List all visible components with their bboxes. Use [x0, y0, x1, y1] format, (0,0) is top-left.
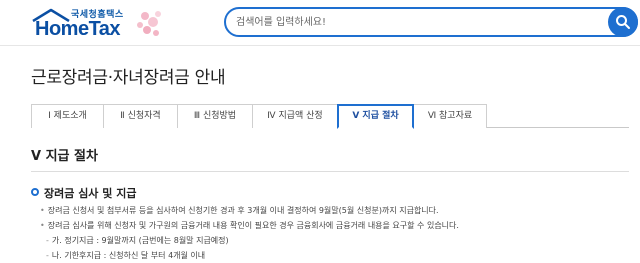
- description-line: • 장려금 신청서 및 첨부서류 등을 심사하여 신청기한 경과 후 3개월 이내…: [40, 205, 439, 216]
- search-bar[interactable]: [224, 7, 638, 37]
- description-line: - 가. 정기지급 : 9월말까지 (금번에는 8월말 지급예정): [46, 235, 229, 246]
- search-icon: [616, 15, 630, 29]
- hometax-logo[interactable]: 국세청홈택스 HomeTax: [27, 6, 167, 40]
- page-title: 근로장려금·자녀장려금 안내: [31, 68, 226, 88]
- tab-bar: Ⅰ 제도소개 Ⅱ 신청자격 Ⅲ 신청방법 Ⅳ 지급액 산정 Ⅴ 지급 절차 Ⅵ …: [31, 104, 629, 129]
- bullet-mark: •: [40, 206, 45, 215]
- tab-program-intro[interactable]: Ⅰ 제도소개: [31, 104, 104, 128]
- description-text: 장려금 신청서 및 첨부서류 등을 심사하여 신청기한 경과 후 3개월 이내 …: [47, 206, 439, 215]
- tab-references[interactable]: Ⅵ 참고자료: [414, 104, 487, 128]
- tab-payment-procedure[interactable]: Ⅴ 지급 절차: [337, 104, 414, 129]
- description-line: - 나. 기한후지급 : 신청하신 달 부터 4개월 이내: [46, 250, 205, 261]
- section-divider: [31, 171, 629, 172]
- section-heading: Ⅴ 지급 절차: [31, 149, 98, 164]
- logo-title: HomeTax: [35, 18, 121, 40]
- description-line: • 장려금 심사를 위해 신청자 및 가구원의 금융거래 내용 확인이 필요한 경…: [40, 220, 459, 231]
- tab-how-to-apply[interactable]: Ⅲ 신청방법: [178, 104, 253, 128]
- description-text: 장려금 심사를 위해 신청자 및 가구원의 금융거래 내용 확인이 필요한 경우…: [47, 221, 459, 230]
- search-button[interactable]: [608, 7, 638, 37]
- subsection-heading-text: 장려금 심사 및 지급: [44, 187, 137, 200]
- bullet-mark: -: [46, 236, 49, 245]
- search-input[interactable]: [236, 13, 596, 31]
- description-text: 나. 기한후지급 : 신청하신 달 부터 4개월 이내: [51, 251, 206, 260]
- header: 국세청홈택스 HomeTax: [0, 0, 640, 46]
- blossom-icon: [137, 11, 161, 36]
- tab-eligibility[interactable]: Ⅱ 신청자격: [104, 104, 178, 128]
- circle-bullet-icon: [31, 188, 39, 196]
- tab-amount-calculation[interactable]: Ⅳ 지급액 산정: [253, 104, 338, 128]
- bullet-mark: •: [40, 221, 45, 230]
- bullet-mark: -: [46, 251, 49, 260]
- description-text: 가. 정기지급 : 9월말까지 (금번에는 8월말 지급예정): [51, 236, 229, 245]
